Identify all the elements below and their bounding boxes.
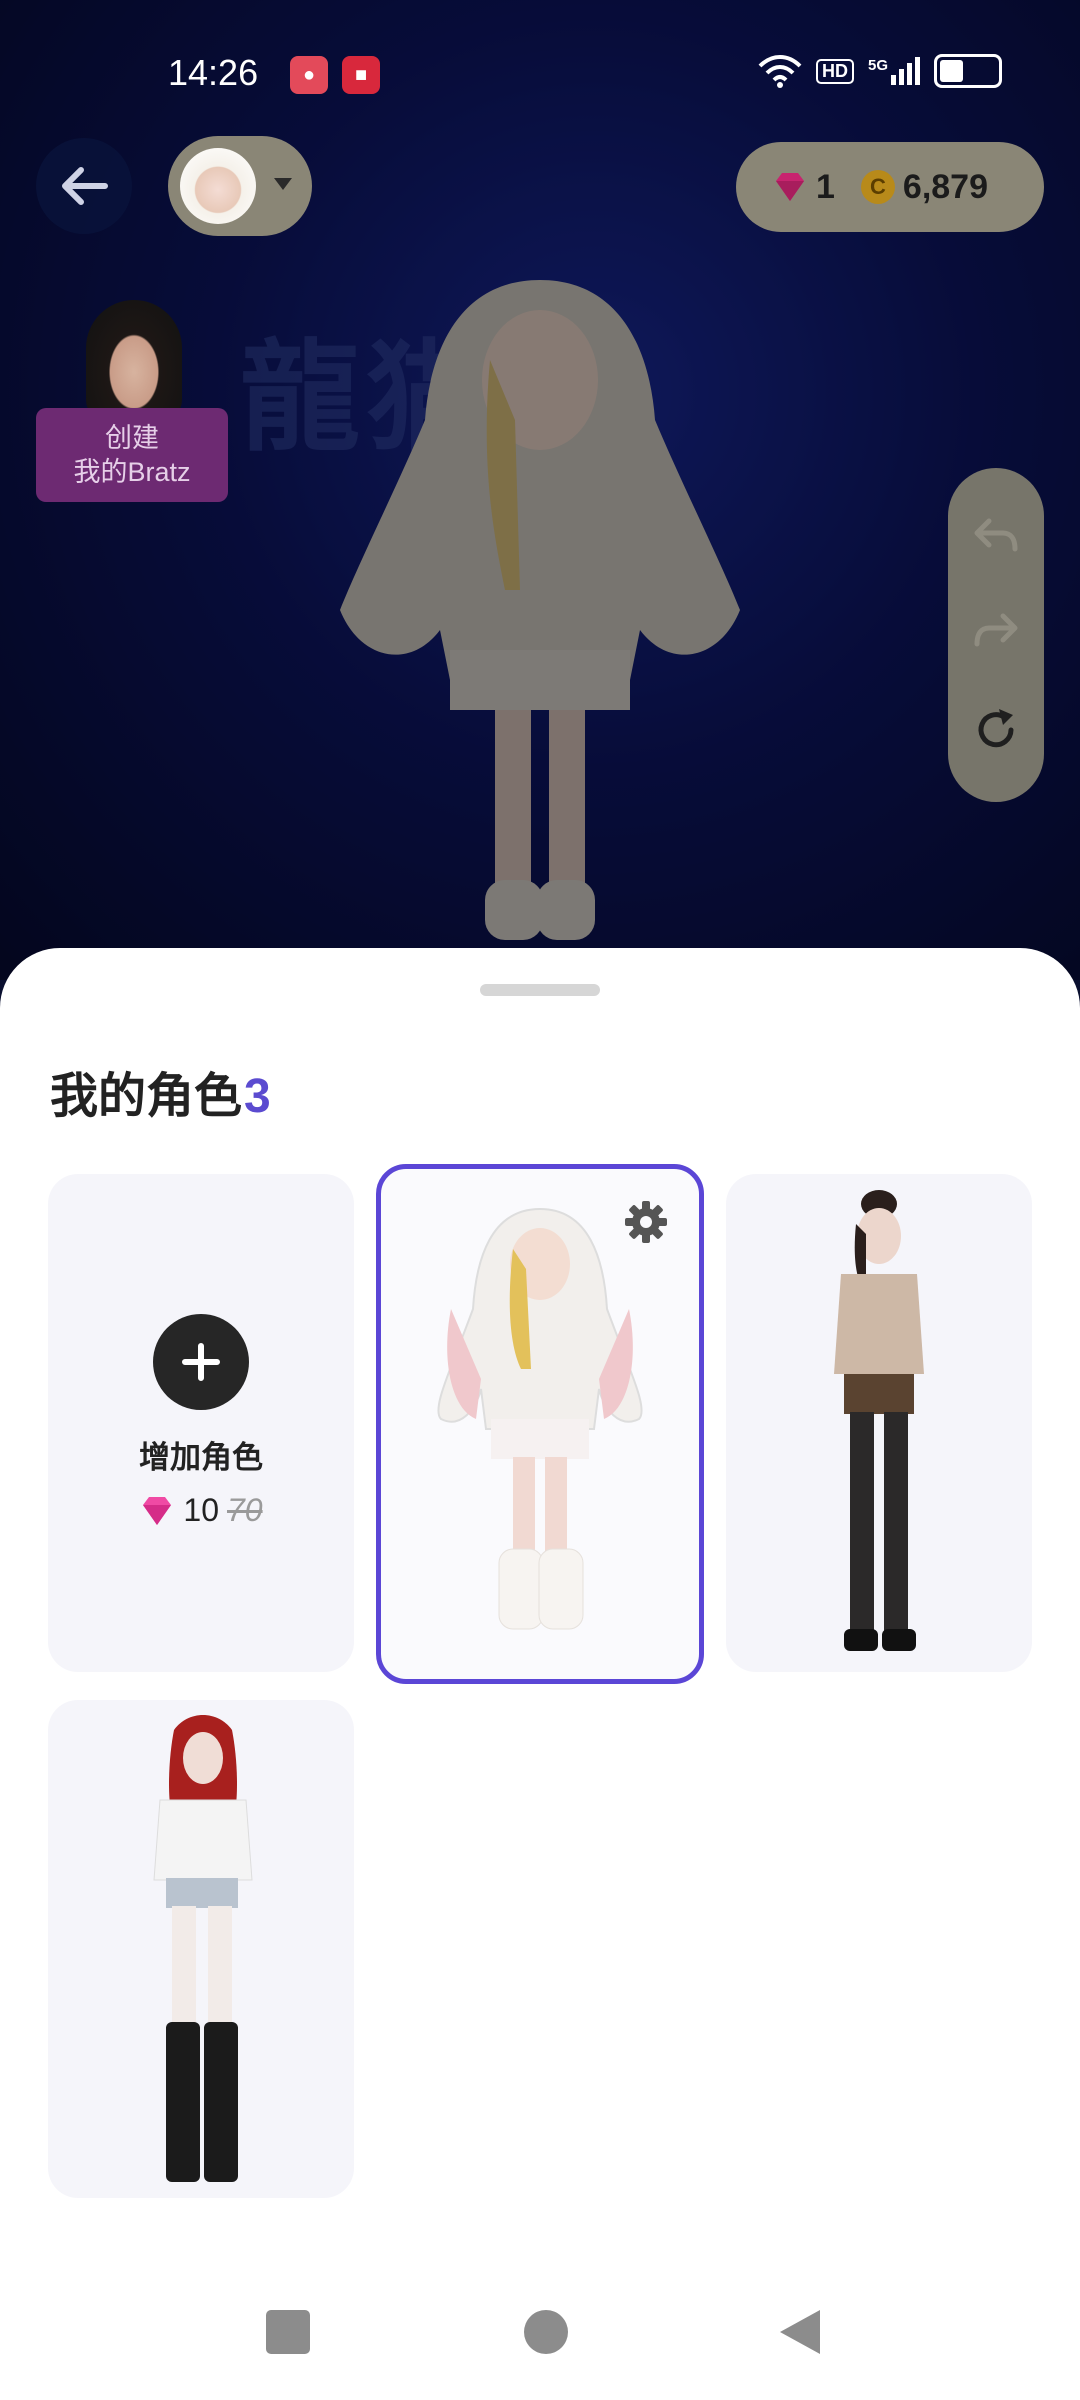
price-current: 10 (183, 1492, 219, 1528)
recent-apps-icon[interactable] (264, 2308, 312, 2356)
current-character-avatar (180, 148, 256, 224)
currency-balance[interactable]: 1 C 6,879 (736, 142, 1044, 232)
character-switcher[interactable] (168, 136, 312, 236)
bunny-hoodie-character-figure (437, 1207, 643, 1630)
sheet-title: 我的角色3 (50, 1056, 271, 1126)
bratz-label-line2: 我的Bratz (73, 457, 191, 487)
back-nav-icon[interactable] (776, 2308, 824, 2356)
lace-blouse-character-figure (834, 1190, 924, 1651)
bratz-label: 创建 我的Bratz (36, 408, 228, 502)
gem-icon (776, 173, 804, 201)
hd-badge: HD (815, 58, 854, 84)
my-characters-sheet: 我的角色3 增加角色 10 70 (0, 948, 1080, 2400)
coin-icon: C (860, 170, 895, 204)
add-button[interactable] (153, 1314, 249, 1410)
sheet-title-text: 我的角色 (50, 1070, 243, 1123)
status-time: 14:26 (168, 52, 259, 93)
status-bar: 14:26 ● ■ HD 5G (0, 48, 1080, 108)
history-panel (948, 468, 1044, 802)
arrow-left-icon (62, 167, 108, 205)
gem-count: 1 (816, 167, 835, 206)
redo-icon[interactable] (971, 610, 1021, 650)
status-right-group: HD 5G (758, 54, 1002, 88)
screen-record-icon: ● (290, 56, 328, 94)
sheet-grabber[interactable] (480, 984, 600, 996)
back-button[interactable] (36, 138, 132, 234)
character-card-1[interactable] (376, 1164, 704, 1684)
home-icon[interactable] (522, 2308, 570, 2356)
wifi-icon (758, 55, 802, 88)
plus-icon (182, 1343, 220, 1381)
chevron-down-icon (274, 178, 292, 190)
gem-icon (143, 1496, 172, 1525)
avatar-scene: 龍猫 bi 14:26 ● ■ HD 5G (0, 0, 1080, 980)
create-bratz-promo[interactable]: 创建 我的Bratz (36, 300, 228, 504)
coin-count: 6,879 (902, 167, 989, 206)
video-record-icon: ■ (342, 56, 380, 94)
bratz-avatar (86, 300, 182, 420)
system-nav-bar (0, 2276, 1080, 2400)
reset-icon[interactable] (971, 705, 1021, 755)
add-character-card[interactable]: 增加角色 10 70 (48, 1174, 354, 1672)
price-original: 70 (227, 1492, 263, 1528)
bratz-label-line1: 创建 (105, 423, 159, 453)
undo-icon[interactable] (971, 515, 1021, 555)
signal-icon: 5G (868, 57, 920, 85)
add-character-label: 增加角色 (139, 1440, 263, 1475)
red-hair-character-figure (153, 1715, 253, 2182)
gear-icon[interactable] (623, 1199, 669, 1245)
add-character-price: 10 70 (48, 1492, 354, 1529)
network-type: 5G (867, 57, 888, 74)
battery-icon (934, 54, 1002, 88)
character-count: 3 (244, 1070, 271, 1123)
character-card-3[interactable] (48, 1700, 354, 2198)
character-card-2[interactable] (726, 1174, 1032, 1672)
